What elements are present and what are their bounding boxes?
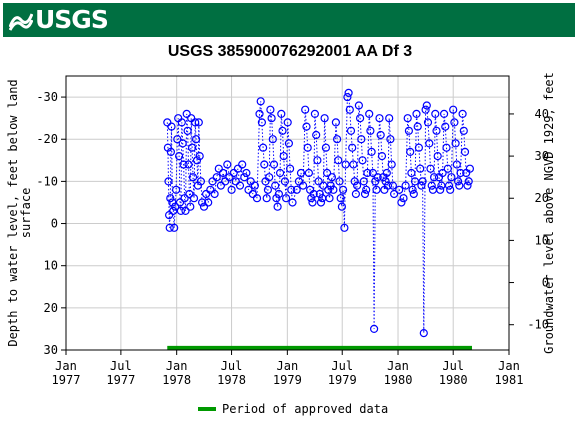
x-tick-label: 1978 [162,373,191,387]
data-point [202,189,211,199]
y-left-tick-label: -30 [36,90,58,104]
x-tick-label: Jan [55,359,77,373]
y-left-tick-label: -10 [36,174,58,188]
x-tick-label: Jul [110,359,132,373]
y-left-tick-label: -20 [36,132,58,146]
x-tick-label: Jan [387,359,409,373]
data-point [422,101,431,110]
y-left-axis-title: Depth to water level, feet below land [6,79,20,346]
y-left-tick-label: 20 [44,301,58,315]
x-tick-label: 1980 [384,373,413,387]
data-point [212,173,221,182]
x-tick-label: 1977 [52,373,81,387]
chart-area: Jan1977Jul1977Jan1978Jul1978Jan1979Jul19… [6,72,556,416]
x-tick-label: Jan [277,359,299,373]
data-point [455,181,464,190]
data-point [437,181,446,190]
x-tick-label: 1979 [273,373,302,387]
x-tick-label: 1981 [495,373,524,387]
series-layer [163,88,474,338]
y-left-tick-label: 30 [44,343,58,357]
legend-label: Period of approved data [222,402,388,416]
x-tick-label: 1977 [106,373,135,387]
x-tick-label: Jan [498,359,520,373]
data-point [409,189,418,199]
data-point [199,202,209,211]
data-point [250,181,259,190]
x-tick-label: 1980 [439,373,468,387]
y-right-axis-title: Groundwater level above NGVD 1929, feet [542,72,556,354]
y-left-axis-title-line2: surface [19,188,33,239]
chart-page: { "header": { "brand": "USGS", "title": … [0,0,580,430]
y-left-tick-label: 0 [51,217,58,231]
x-tick-label: 1978 [217,373,246,387]
x-tick-label: Jan [166,359,188,373]
axes: Jan1977Jul1977Jan1978Jul1978Jan1979Jul19… [6,72,556,387]
series-line [166,92,471,334]
x-tick-label: Jul [442,359,464,373]
x-tick-label: Jul [221,359,243,373]
y-left-tick-label: 10 [44,259,58,273]
x-tick-label: 1979 [328,373,357,387]
legend: Period of approved data [198,402,388,416]
x-tick-label: Jul [331,359,353,373]
